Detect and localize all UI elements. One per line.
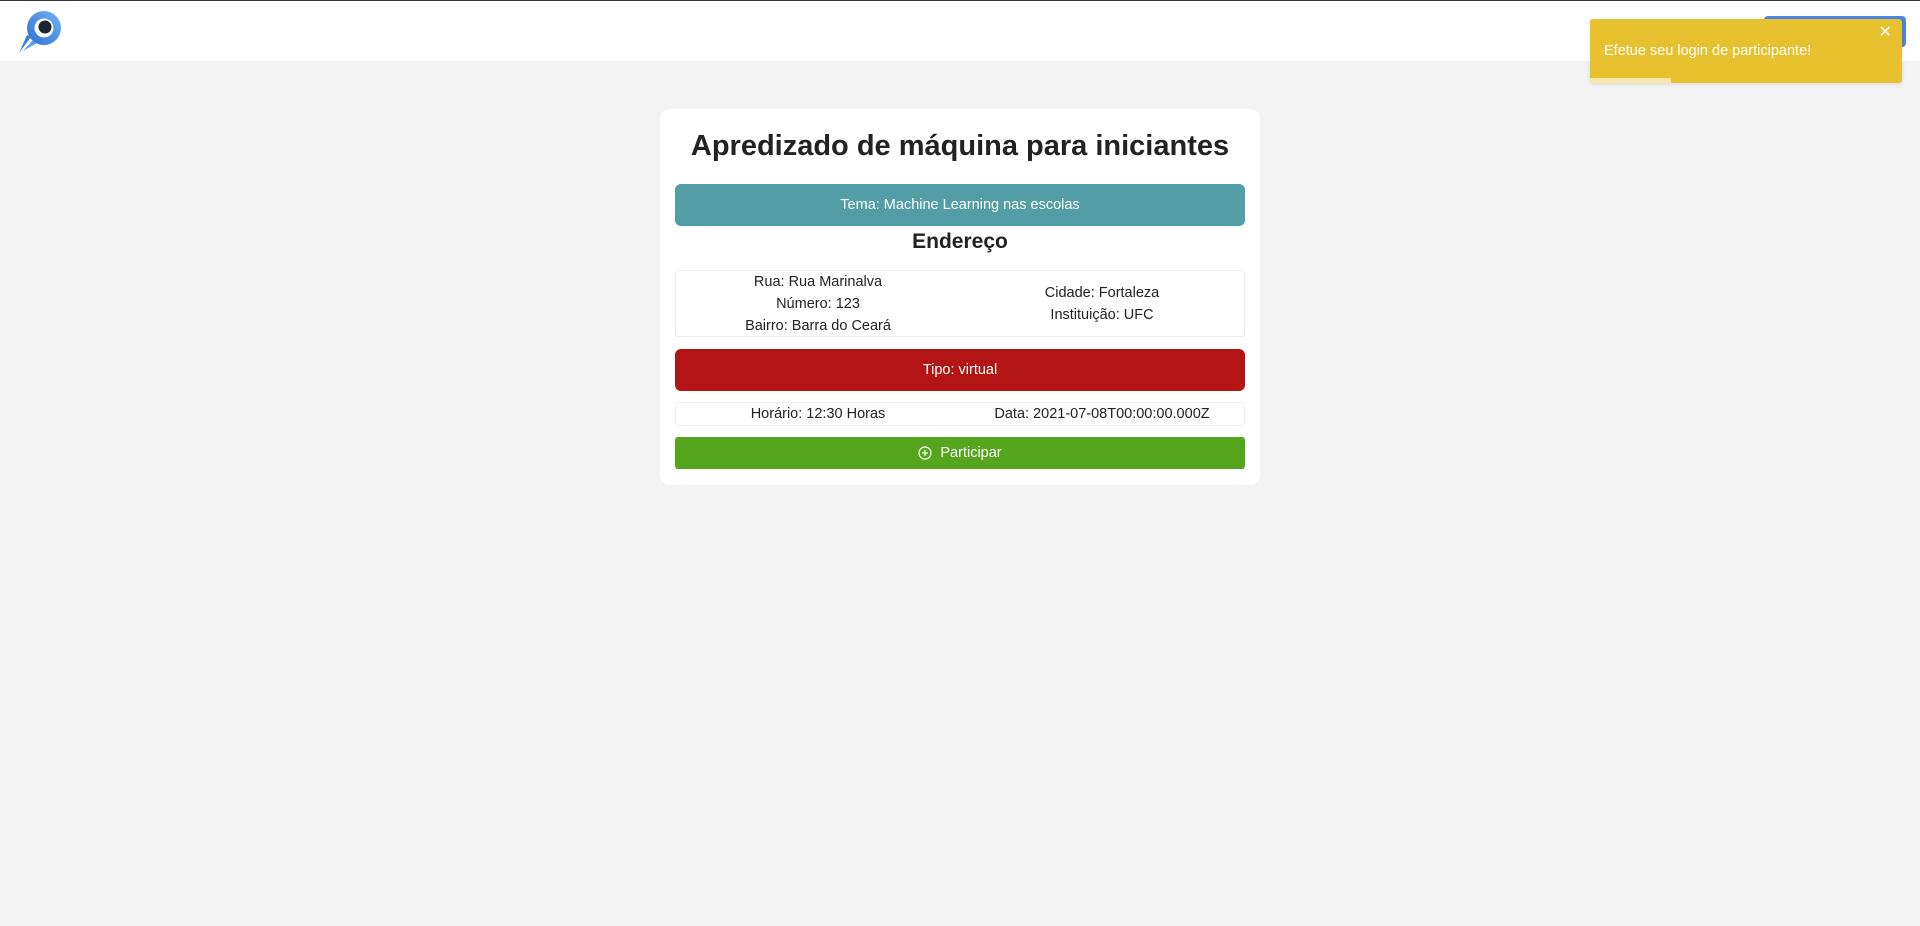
schedule-date-column: Data: 2021-07-08T00:00:00.000Z (960, 403, 1244, 425)
numero-text: Número: 123 (776, 295, 860, 312)
participate-button[interactable]: Participar (675, 437, 1245, 469)
horario-text: Horário: 12:30 Horas (750, 406, 886, 422)
toast-progress-bar (1590, 78, 1672, 83)
address-left-column: Rua: Rua Marinalva Número: 123 Bairro: B… (676, 271, 960, 336)
schedule-box: Horário: 12:30 Horas Data: 2021-07-08T00… (675, 402, 1245, 426)
rua-text: Rua: Rua Marinalva (753, 273, 883, 290)
bairro-text: Bairro: Barra do Ceará (745, 317, 891, 334)
login-warning-toast: Efetue seu login de participante! ✕ (1590, 19, 1902, 83)
address-heading: Endereço (912, 230, 1008, 253)
address-box: Rua: Rua Marinalva Número: 123 Bairro: B… (675, 270, 1245, 337)
rocket-logo-icon[interactable] (17, 9, 63, 55)
event-card: Apredizado de máquina para iniciantes Te… (660, 109, 1260, 485)
cidade-text: Cidade: Fortaleza (1044, 284, 1160, 301)
plus-circle-icon (918, 446, 932, 460)
tema-banner: Tema: Machine Learning nas escolas (675, 184, 1245, 226)
data-text: Data: 2021-07-08T00:00:00.000Z (994, 406, 1210, 422)
tipo-text: Tipo: virtual (922, 362, 998, 378)
toast-message: Efetue seu login de participante! (1604, 43, 1812, 59)
tema-text: Tema: Machine Learning nas escolas (840, 197, 1080, 213)
tipo-banner: Tipo: virtual (675, 349, 1245, 391)
participate-label: Participar (940, 445, 1002, 461)
instituicao-text: Instituição: UFC (1050, 306, 1154, 323)
schedule-time-column: Horário: 12:30 Horas (676, 403, 960, 425)
event-title: Apredizado de máquina para iniciantes (690, 130, 1230, 162)
close-icon[interactable]: ✕ (1879, 24, 1892, 42)
address-right-column: Cidade: Fortaleza Instituição: UFC (960, 271, 1244, 336)
